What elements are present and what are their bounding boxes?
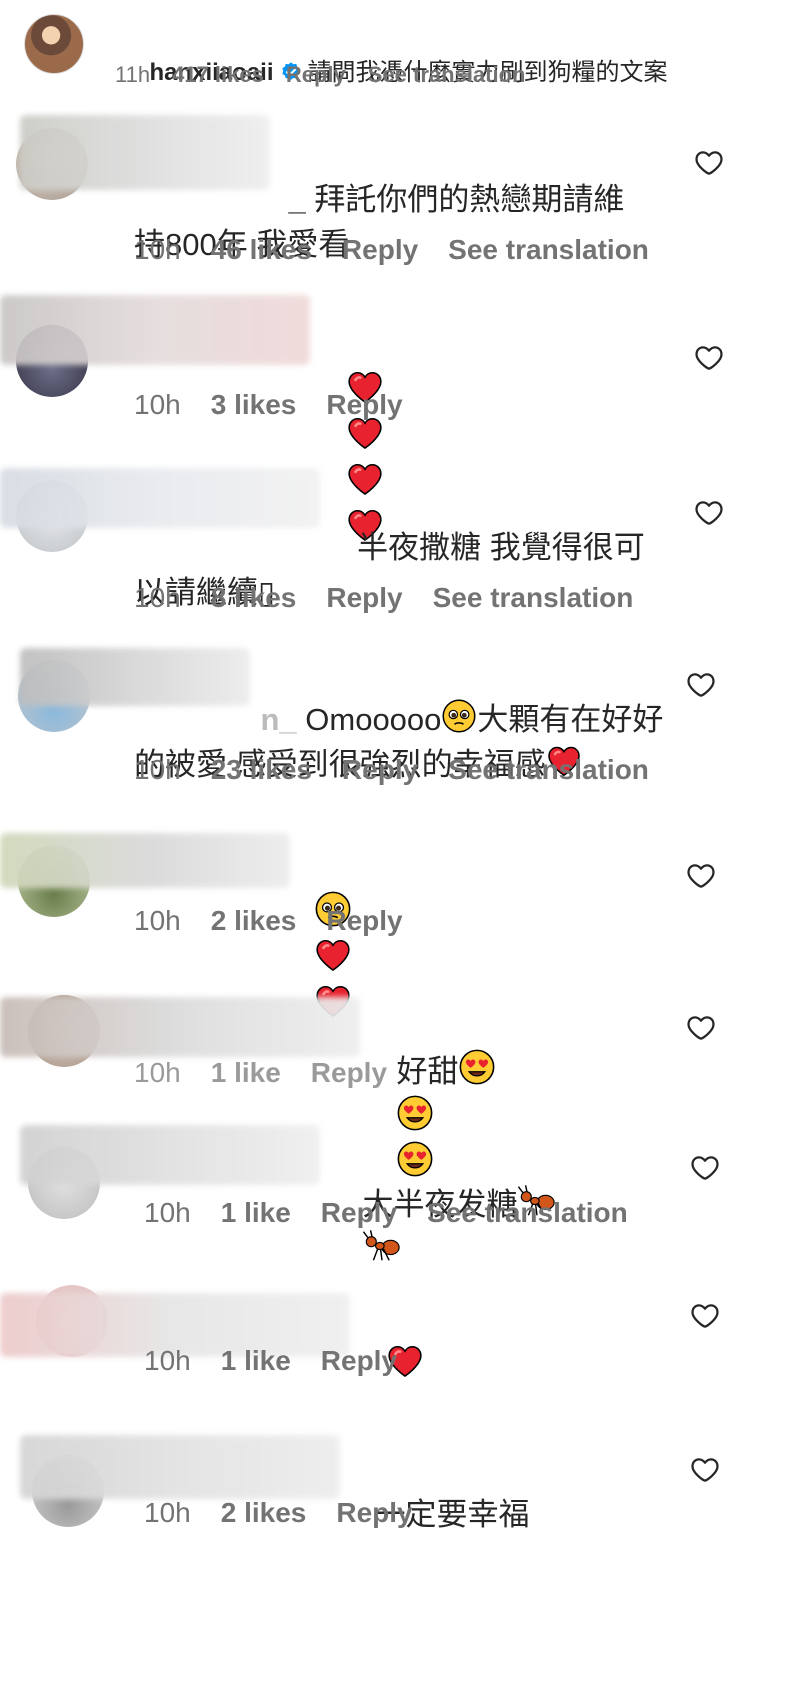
comment-meta: 10h 2 likes Reply: [134, 905, 403, 937]
like-heart-icon[interactable]: [686, 861, 716, 891]
comment-meta: 11h 417 likes Reply See translation: [115, 62, 525, 88]
comment-text: 好甜: [396, 1054, 459, 1089]
reply-button[interactable]: Reply: [342, 754, 418, 786]
redacted-username: [0, 997, 360, 1057]
reply-button[interactable]: Reply: [286, 62, 346, 88]
like-heart-icon[interactable]: [690, 1455, 720, 1485]
reply-button[interactable]: Reply: [342, 234, 418, 266]
reply-button[interactable]: Reply: [326, 582, 402, 614]
comment-meta: 10h 46 likes Reply See translation: [134, 234, 649, 266]
comment-meta: 10h 3 likes Reply: [134, 389, 403, 421]
reply-button[interactable]: Reply: [336, 1497, 412, 1529]
comment-body: 半夜撒糖 我覺得很可以請繼續▯: [134, 480, 654, 660]
like-count[interactable]: 46 likes: [211, 234, 312, 266]
heart-eyes-emoji: [458, 1048, 496, 1086]
timestamp: 10h: [144, 1497, 191, 1528]
like-count[interactable]: 23 likes: [211, 754, 312, 786]
like-count[interactable]: 2 likes: [211, 905, 297, 937]
timestamp: 11h: [115, 62, 151, 87]
comment-item: _ 拜託你們的熱戀期請維持800年 我愛看 10h 46 likes Reply…: [0, 110, 800, 285]
comment-item: 大半夜发糖 10h 1 like Reply See translation: [0, 1125, 800, 1285]
reply-button[interactable]: Reply: [321, 1197, 397, 1229]
see-translation-button[interactable]: See translation: [448, 234, 649, 266]
parent-comment: hanxiiaoaii 請問我憑什麼實力刷到狗糧的文案 11h 417 likes…: [0, 0, 800, 110]
redacted-username: [20, 1125, 320, 1185]
redacted-username: [20, 1435, 340, 1499]
timestamp: 10h: [134, 582, 181, 613]
timestamp: 10h: [144, 1345, 191, 1376]
username[interactable]: n_: [168, 702, 296, 737]
comment-meta: 10h 1 like Reply: [134, 1057, 387, 1089]
comment-item: n_ Omooooo 大顆有在好好的被愛 感受到很強烈的幸福感 10h 23 li…: [0, 640, 800, 820]
see-translation-button[interactable]: See translation: [427, 1197, 628, 1229]
comment-item: 10h 3 likes Reply: [0, 285, 800, 445]
comment-item: 10h 1 like Reply: [0, 1285, 800, 1435]
comment-item: 一定要幸福 10h 2 likes Reply: [0, 1435, 800, 1692]
like-count[interactable]: 417 likes: [172, 62, 264, 88]
redacted-username: [0, 295, 310, 365]
comment-meta: 10h 2 likes Reply: [144, 1497, 413, 1529]
see-translation-button[interactable]: See translation: [448, 754, 649, 786]
like-heart-icon[interactable]: [694, 498, 724, 528]
like-heart-icon[interactable]: [690, 1153, 720, 1183]
ant-emoji: [362, 1228, 402, 1264]
red-heart-emoji: [314, 936, 352, 974]
comment-body: n_ Omooooo 大顆有在好好的被愛 感受到很強烈的幸福感: [134, 652, 664, 832]
like-count[interactable]: 1 like: [211, 1057, 281, 1089]
reply-button[interactable]: Reply: [311, 1057, 387, 1089]
like-heart-icon[interactable]: [686, 1013, 716, 1043]
like-count[interactable]: 8 likes: [211, 582, 297, 614]
like-heart-icon[interactable]: [690, 1301, 720, 1331]
username[interactable]: _: [168, 182, 305, 217]
like-heart-icon[interactable]: [694, 148, 724, 178]
reply-button[interactable]: Reply: [326, 389, 402, 421]
comment-item: 半夜撒糖 我覺得很可以請繼續▯ 10h 8 likes Reply See tr…: [0, 460, 800, 635]
like-heart-icon[interactable]: [686, 670, 716, 700]
see-translation-button[interactable]: See translation: [368, 62, 526, 88]
timestamp: 10h: [134, 234, 181, 265]
timestamp: 10h: [134, 754, 181, 785]
like-count[interactable]: 2 likes: [221, 1497, 307, 1529]
comment-meta: 10h 23 likes Reply See translation: [134, 754, 649, 786]
like-heart-icon[interactable]: [694, 343, 724, 373]
redacted-username: [0, 833, 290, 888]
reply-button[interactable]: Reply: [321, 1345, 397, 1377]
timestamp: 10h: [134, 905, 181, 936]
like-count[interactable]: 3 likes: [211, 389, 297, 421]
like-count[interactable]: 1 like: [221, 1197, 291, 1229]
see-translation-button[interactable]: See translation: [433, 582, 634, 614]
pleading-face-emoji: [441, 698, 477, 734]
timestamp: 10h: [144, 1197, 191, 1228]
comment-meta: 10h 8 likes Reply See translation: [134, 582, 633, 614]
timestamp: 10h: [134, 389, 181, 420]
comment-text: Omooooo: [305, 702, 442, 737]
timestamp: 10h: [134, 1057, 181, 1088]
username[interactable]: [168, 530, 348, 565]
comment-meta: 10h 1 like Reply: [144, 1345, 397, 1377]
like-count[interactable]: 1 like: [221, 1345, 291, 1377]
comment-item: 10h 2 likes Reply: [0, 825, 800, 980]
comment-item: 好甜 10h 1 like Reply: [0, 985, 800, 1125]
comment-meta: 10h 1 like Reply See translation: [144, 1197, 628, 1229]
avatar[interactable]: [24, 14, 84, 74]
reply-button[interactable]: Reply: [326, 905, 402, 937]
